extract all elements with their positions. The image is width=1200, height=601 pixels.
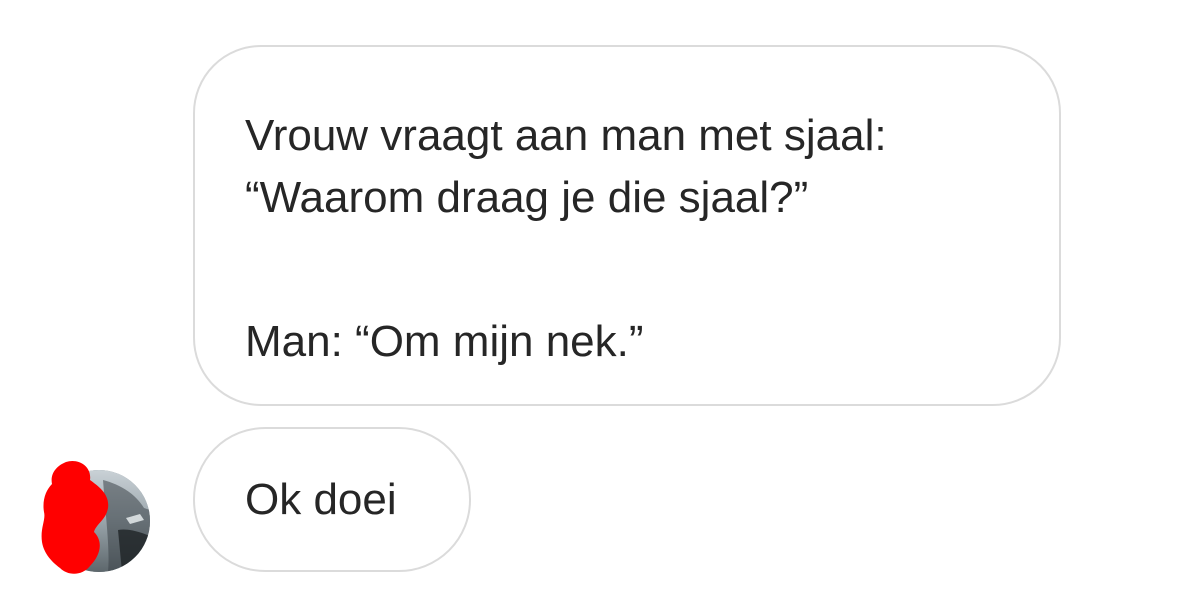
message-text-line: “Waarom draag je die sjaal?”: [245, 173, 809, 222]
message-thread: Vrouw vraagt aan man met sjaal: “Waarom …: [0, 0, 1200, 601]
message-text-line: Man: “Om mijn nek.”: [245, 317, 644, 366]
message-bubble[interactable]: Ok doei: [193, 427, 471, 572]
message-bubble[interactable]: Vrouw vraagt aan man met sjaal: “Waarom …: [193, 45, 1061, 406]
redaction-scribble: [41, 460, 109, 574]
message-text-line: Vrouw vraagt aan man met sjaal:: [245, 111, 887, 160]
message-text-line: Ok doei: [245, 475, 397, 524]
